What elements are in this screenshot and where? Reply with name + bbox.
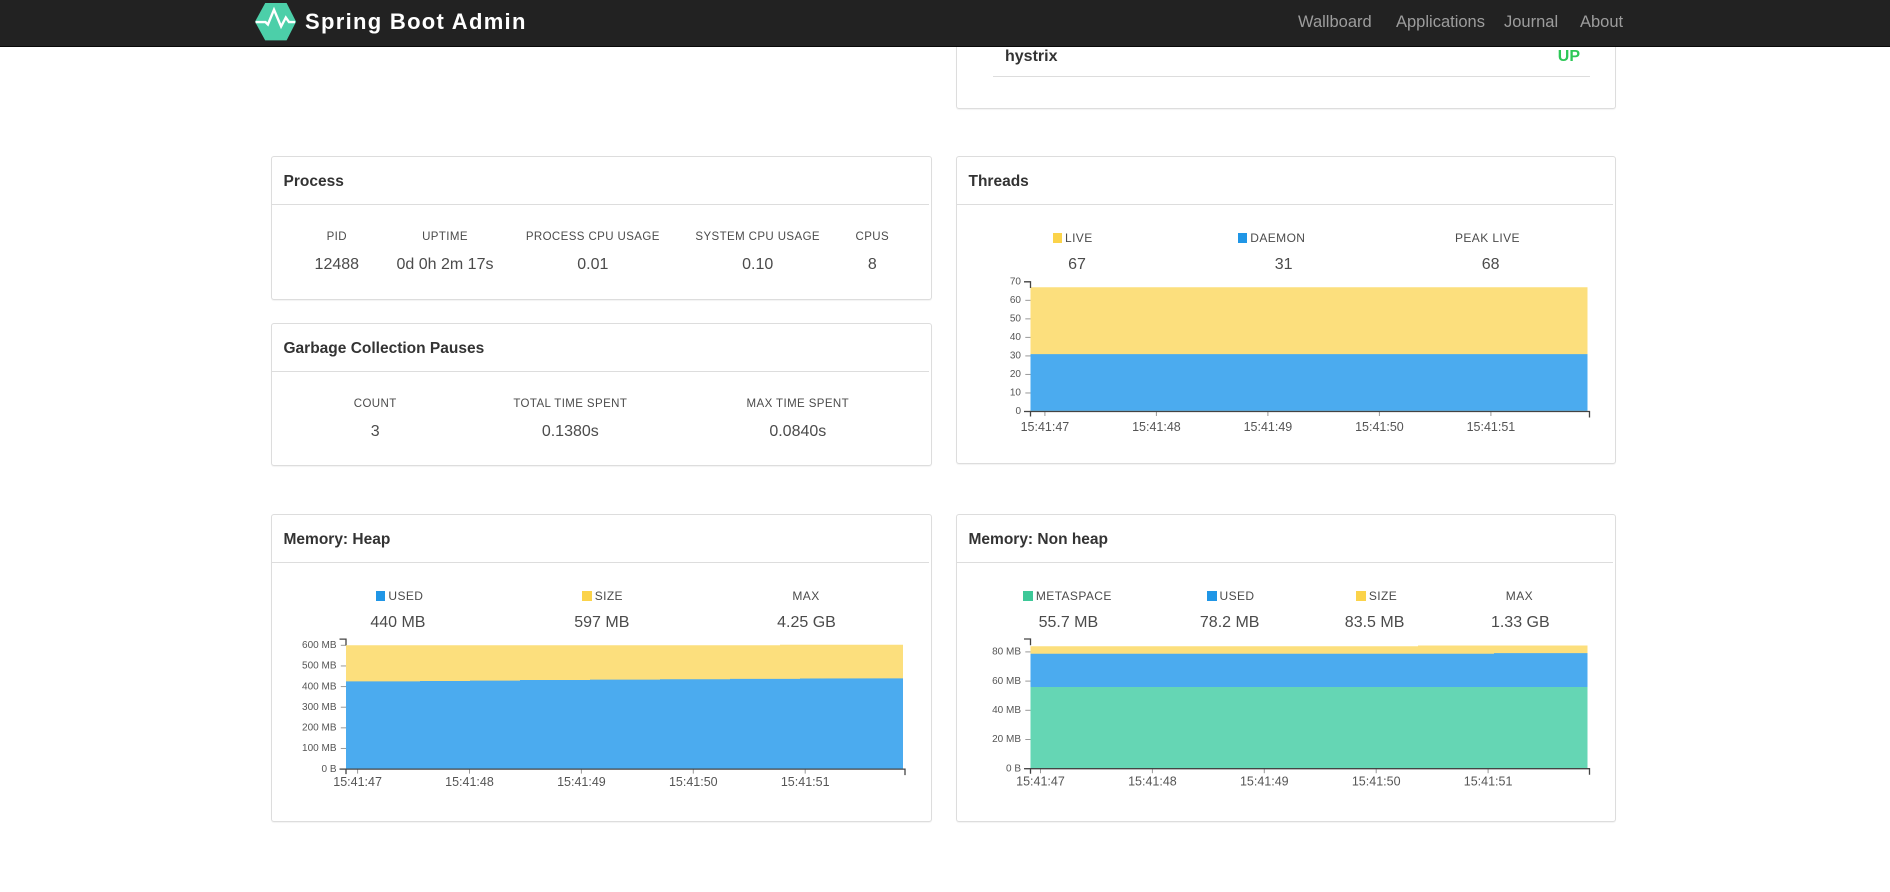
svg-text:30: 30 xyxy=(1010,351,1022,362)
svg-text:400 MB: 400 MB xyxy=(302,681,337,692)
svg-text:15:41:51: 15:41:51 xyxy=(1464,775,1513,789)
svg-text:15:41:48: 15:41:48 xyxy=(445,775,494,789)
svg-text:40: 40 xyxy=(1010,332,1022,343)
svg-text:20 MB: 20 MB xyxy=(992,734,1021,745)
svg-text:15:41:50: 15:41:50 xyxy=(1355,420,1404,434)
svg-text:15:41:51: 15:41:51 xyxy=(781,775,830,789)
svg-text:15:41:50: 15:41:50 xyxy=(1352,775,1401,789)
svg-text:20: 20 xyxy=(1010,369,1022,380)
svg-text:70: 70 xyxy=(1010,277,1022,288)
svg-text:40 MB: 40 MB xyxy=(992,705,1021,716)
svg-text:15:41:48: 15:41:48 xyxy=(1128,775,1177,789)
svg-text:15:41:47: 15:41:47 xyxy=(333,775,382,789)
svg-text:80 MB: 80 MB xyxy=(992,647,1021,658)
svg-text:60: 60 xyxy=(1010,295,1022,306)
svg-text:15:41:50: 15:41:50 xyxy=(669,775,718,789)
svg-text:100 MB: 100 MB xyxy=(302,743,337,754)
svg-text:15:41:48: 15:41:48 xyxy=(1132,420,1181,434)
svg-text:0 B: 0 B xyxy=(1006,763,1021,774)
svg-text:10: 10 xyxy=(1010,388,1022,399)
svg-text:50: 50 xyxy=(1010,314,1022,325)
svg-text:0 B: 0 B xyxy=(321,764,336,775)
svg-text:15:41:47: 15:41:47 xyxy=(1016,775,1065,789)
svg-text:300 MB: 300 MB xyxy=(302,702,337,713)
svg-text:600 MB: 600 MB xyxy=(302,640,337,651)
svg-text:15:41:49: 15:41:49 xyxy=(557,775,606,789)
svg-text:500 MB: 500 MB xyxy=(302,661,337,672)
svg-text:15:41:47: 15:41:47 xyxy=(1021,420,1070,434)
svg-text:200 MB: 200 MB xyxy=(302,723,337,734)
svg-text:60 MB: 60 MB xyxy=(992,676,1021,687)
svg-text:15:41:49: 15:41:49 xyxy=(1240,775,1289,789)
svg-text:0: 0 xyxy=(1015,406,1021,417)
svg-text:15:41:51: 15:41:51 xyxy=(1467,420,1516,434)
svg-text:15:41:49: 15:41:49 xyxy=(1244,420,1293,434)
